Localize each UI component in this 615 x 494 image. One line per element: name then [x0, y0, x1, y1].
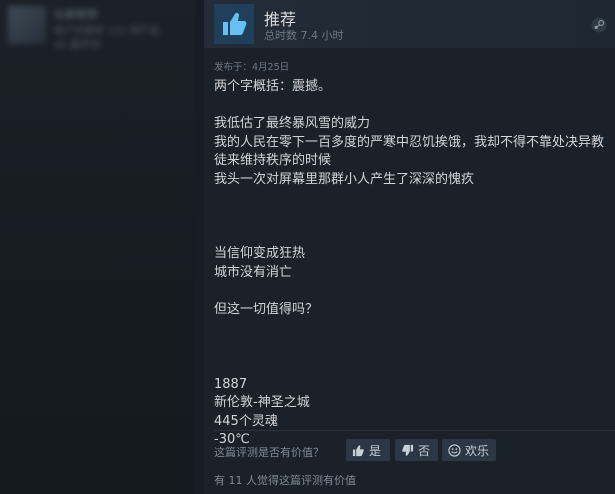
reviewer-review-count[interactable]: 45 篇评测	[54, 36, 100, 51]
vote-yes-label: 是	[369, 443, 382, 458]
review-line: 445个灵魂	[214, 413, 278, 429]
review-line	[214, 97, 609, 116]
reviewer-sidebar: 玩家昵称 帐户内拥有 123 项产品 45 篇评测	[0, 0, 195, 494]
review-line: 我的人民在零下一百多度的严寒中忍饥挨饿，我却不得不靠处决异教	[214, 134, 605, 150]
reviewer-info-blurred: 玩家昵称 帐户内拥有 123 项产品 45 篇评测	[8, 2, 168, 54]
review-line: 新伦敦-神圣之城	[214, 395, 310, 411]
hours-played: 总时数 7.4 小时	[264, 29, 344, 42]
vote-funny-label: 欢乐	[465, 443, 490, 458]
steam-icon	[591, 17, 607, 33]
review-line: 但这一切值得吗？	[214, 302, 319, 318]
review-line	[214, 357, 609, 376]
review-line: 我低估了最终暴风雪的威力	[214, 116, 371, 132]
vote-no-button[interactable]: 否	[395, 439, 438, 461]
review-line: 1887	[214, 376, 248, 392]
reviewer-name[interactable]: 玩家昵称	[54, 6, 98, 22]
review-line	[214, 338, 609, 357]
review-line: 两个字概括：震撼。	[214, 79, 332, 94]
helpful-count: 有 11 人觉得这篇评测有价值	[214, 474, 356, 487]
smiley-icon	[448, 443, 461, 457]
verdict-header[interactable]: 推荐 总时数 7.4 小时	[204, 0, 615, 48]
review-line: 城市没有消亡	[214, 264, 293, 280]
divider	[214, 430, 615, 431]
review-line	[214, 227, 609, 246]
review-body: 两个字概括：震撼。我低估了最终暴风雪的威力我的人民在零下一百多度的严寒中忍饥挨饿…	[214, 78, 609, 450]
vote-funny-button[interactable]: 欢乐	[442, 439, 496, 461]
review-line: 当信仰变成狂热	[214, 246, 306, 262]
thumbs-up-icon	[352, 444, 364, 456]
review-line	[214, 320, 609, 339]
review-line	[214, 190, 609, 209]
thumbs-up-icon	[214, 4, 254, 44]
review-line	[214, 283, 609, 302]
avatar[interactable]	[8, 6, 46, 44]
vote-yes-button[interactable]: 是	[346, 439, 390, 461]
review-line: 徒来维持秩序的时候	[214, 153, 332, 169]
review-line: 我头一次对屏幕里那群小人产生了深深的愧疚	[214, 171, 475, 187]
vote-no-label: 否	[418, 443, 431, 458]
posted-date: 发布于：4月25日	[214, 62, 290, 73]
reviewer-products[interactable]: 帐户内拥有 123 项产品	[54, 22, 159, 37]
thumbs-down-icon	[402, 444, 414, 456]
review-panel: 推荐 总时数 7.4 小时 发布于：4月25日 两个字概括：震撼。我低估了最终暴…	[204, 0, 615, 494]
helpful-question: 这篇评测是否有价值？	[214, 446, 324, 459]
review-line	[214, 208, 609, 227]
